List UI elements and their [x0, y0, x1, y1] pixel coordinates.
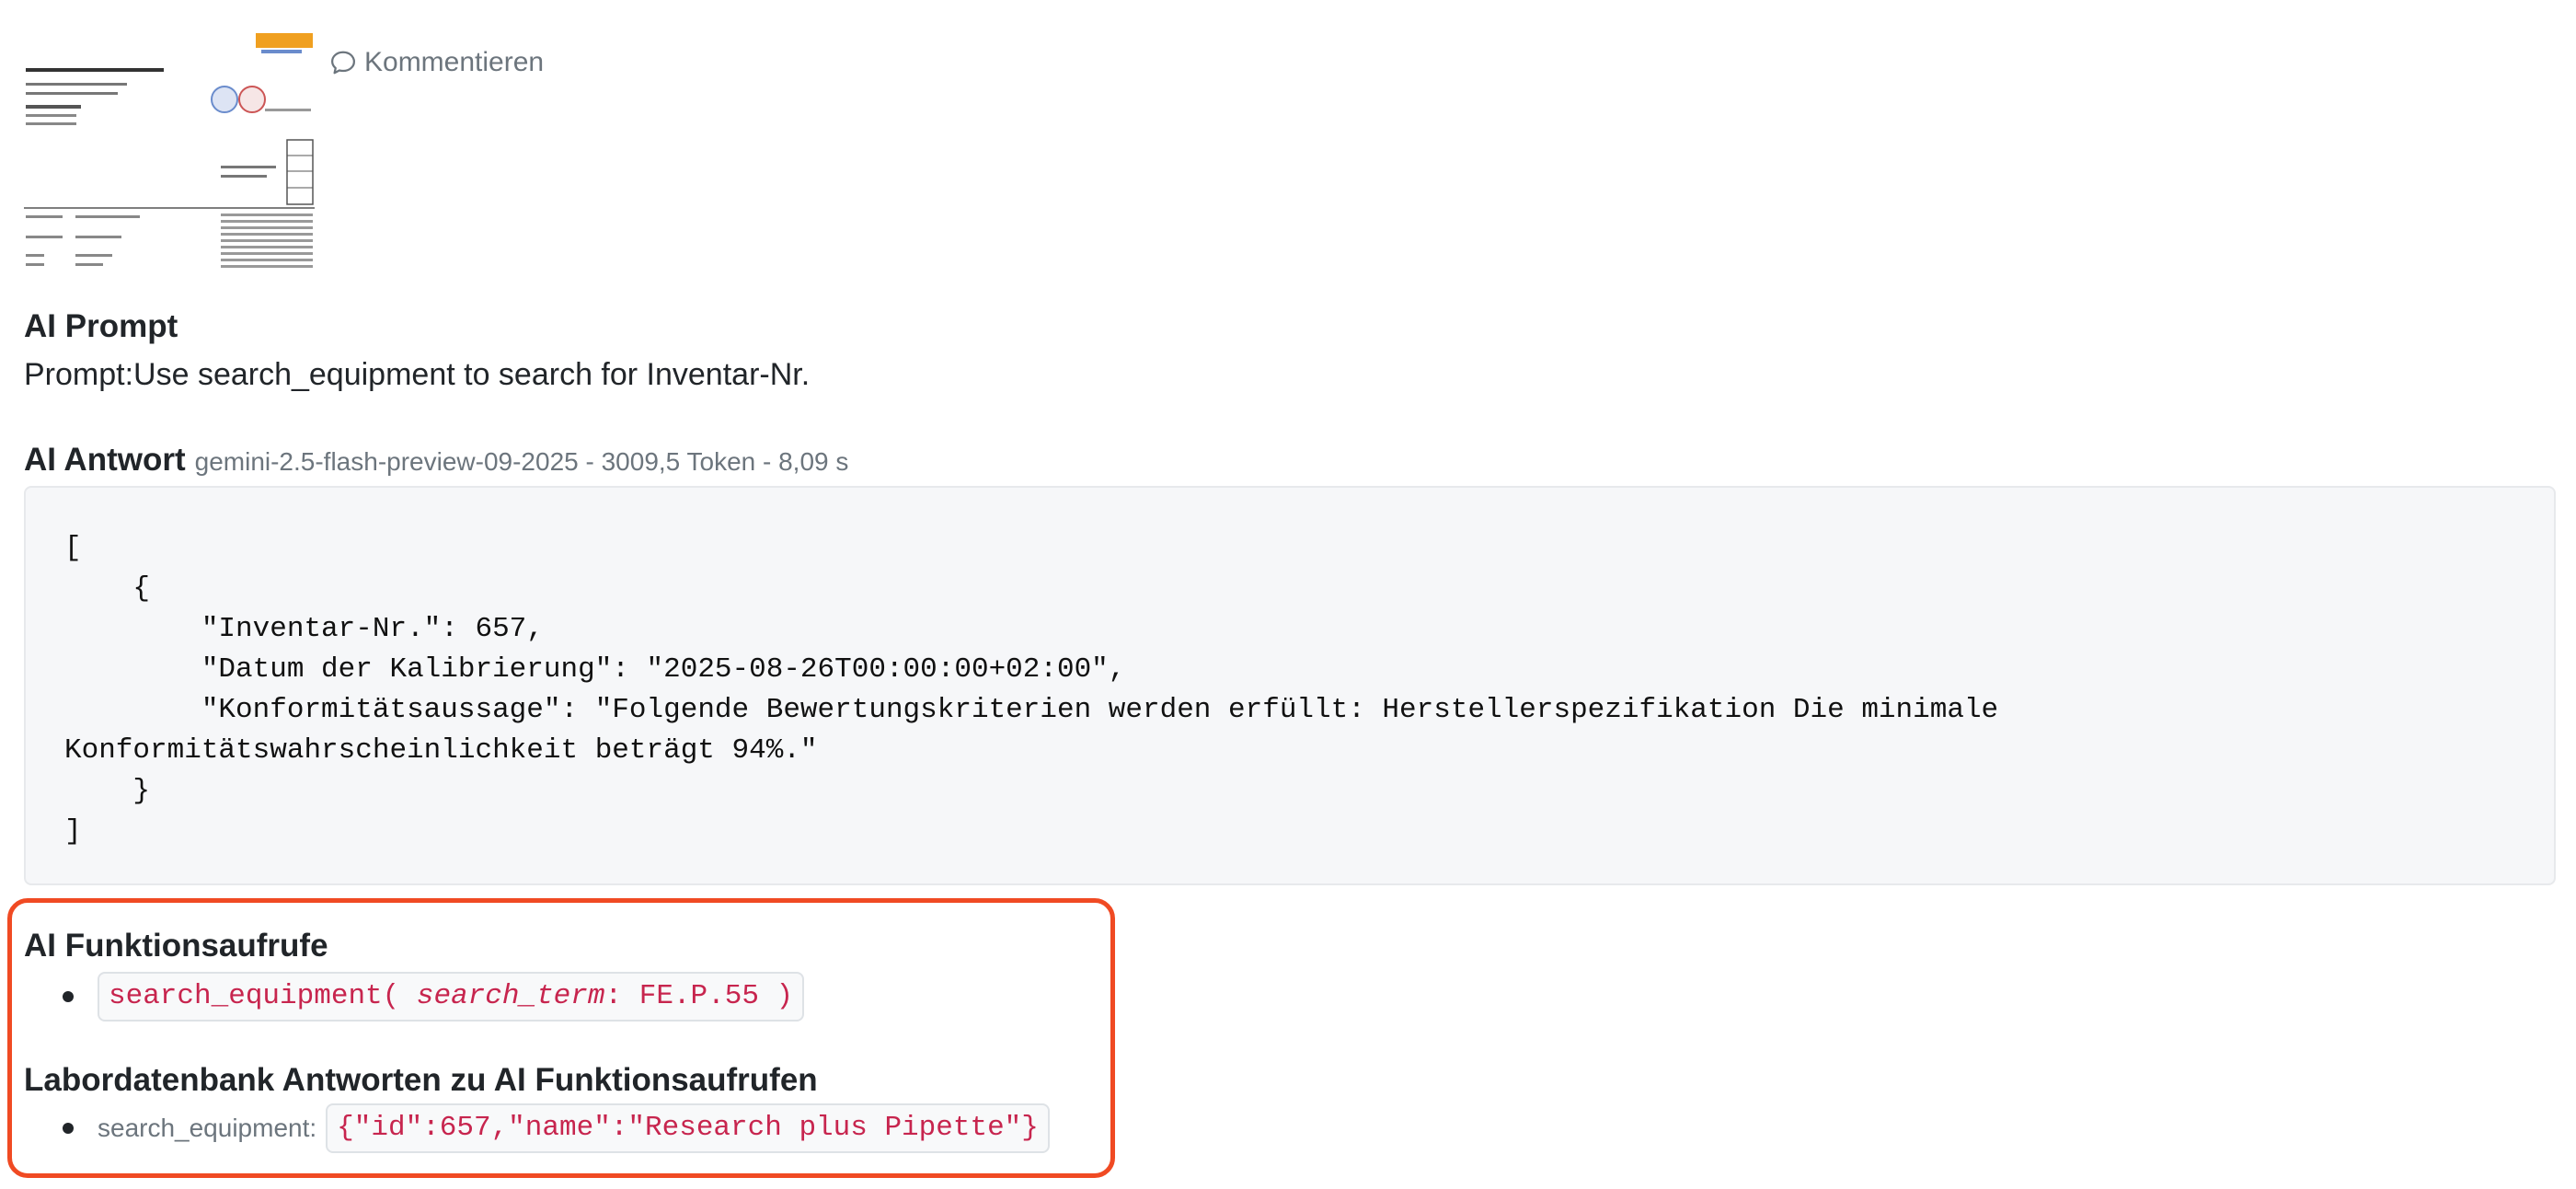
ai-prompt-text: Prompt:Use search_equipment to search fo…	[24, 357, 811, 392]
attachment-thumbnail[interactable]	[24, 31, 315, 269]
function-calls-heading: AI Funktionsaufrufe	[24, 928, 328, 964]
list-item: search_equipment( search_term: FE.P.55 )	[24, 972, 805, 1022]
function-call-code: search_equipment( search_term: FE.P.55 )	[98, 972, 805, 1022]
function-call-close: )	[758, 980, 794, 1012]
comment-label: Kommentieren	[364, 47, 545, 77]
bullet-icon	[63, 991, 74, 1002]
comment-button[interactable]: Kommentieren	[329, 42, 544, 83]
function-call-param-value: FE.P.55	[638, 980, 759, 1012]
function-call-name: search_equipment(	[109, 980, 417, 1012]
db-responses-heading: Labordatenbank Antworten zu AI Funktions…	[24, 1062, 818, 1098]
calibration-certificate-thumbnail-image	[24, 31, 315, 269]
function-call-param-name: search_term	[416, 980, 605, 1012]
db-responses-list: search_equipment: {"id":657,"name":"Rese…	[24, 1103, 1050, 1153]
list-item: search_equipment: {"id":657,"name":"Rese…	[24, 1103, 1050, 1153]
ai-answer-heading-row: AI Antwort gemini-2.5-flash-preview-09-2…	[24, 442, 848, 479]
ai-answer-heading: AI Antwort	[24, 442, 186, 478]
ai-answer-code-block: [ { "Inventar-Nr.": 657, "Datum der Kali…	[24, 486, 2556, 885]
function-calls-list: search_equipment( search_term: FE.P.55 )	[24, 972, 805, 1022]
function-call-separator: :	[604, 980, 639, 1012]
speech-bubble-icon	[331, 51, 355, 75]
ai-prompt-heading: AI Prompt	[24, 308, 178, 344]
ai-answer-meta: gemini-2.5-flash-preview-09-2025 - 3009,…	[194, 447, 849, 476]
bullet-icon	[63, 1123, 74, 1134]
db-response-value: {"id":657,"name":"Research plus Pipette"…	[326, 1103, 1050, 1153]
db-response-label: search_equipment:	[98, 1114, 317, 1142]
